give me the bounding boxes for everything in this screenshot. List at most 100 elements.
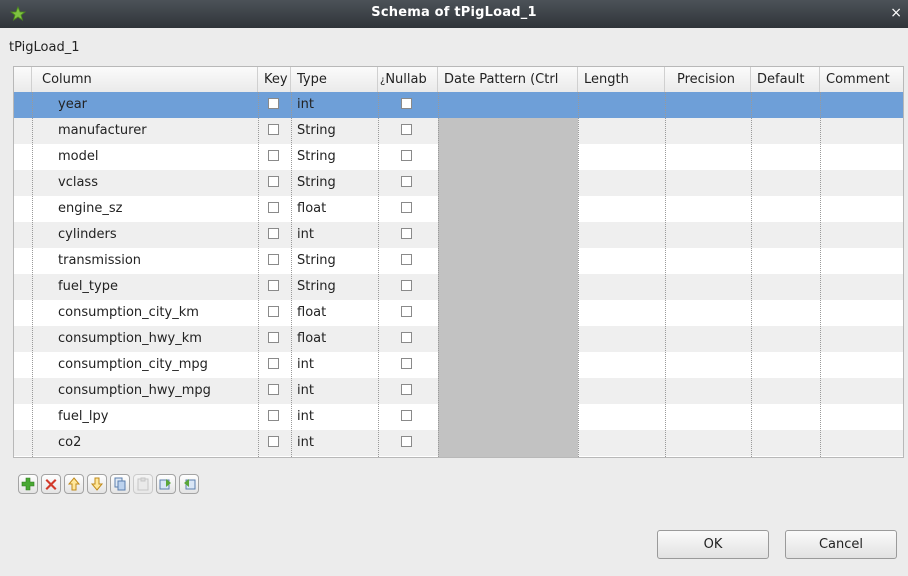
header-date-pattern[interactable]: Date Pattern (Ctrl [438,67,578,92]
key-cell [258,92,291,118]
move-up-button[interactable] [64,474,84,494]
key-checkbox[interactable] [268,280,279,291]
type-cell[interactable]: String [291,144,378,170]
header-key[interactable]: Key [258,67,291,92]
close-icon[interactable]: × [890,5,902,21]
header-nullable[interactable]: ¿Nullab [378,67,438,92]
key-checkbox[interactable] [268,228,279,239]
key-checkbox[interactable] [268,384,279,395]
paste-icon [137,477,149,491]
key-checkbox[interactable] [268,150,279,161]
table-row[interactable]: year int [14,92,903,118]
column-name-cell[interactable]: fuel_type [32,274,258,300]
nullable-checkbox[interactable] [401,98,412,109]
add-row-button[interactable] [18,474,38,494]
key-cell [258,300,291,326]
column-name-cell[interactable]: fuel_lpy [32,404,258,430]
column-name-cell[interactable]: consumption_city_mpg [32,352,258,378]
type-cell[interactable]: float [291,326,378,352]
move-down-button[interactable] [87,474,107,494]
import-schema-button[interactable] [156,474,176,494]
copy-icon [114,477,126,491]
type-cell[interactable]: int [291,92,378,118]
export-schema-button[interactable] [179,474,199,494]
key-cell [258,430,291,456]
column-name-cell[interactable]: engine_sz [32,196,258,222]
title-bar: Schema of tPigLoad_1 × [0,0,908,28]
column-name-cell[interactable]: model [32,144,258,170]
column-name-cell[interactable]: manufacturer [32,118,258,144]
key-checkbox[interactable] [268,254,279,265]
type-cell[interactable]: int [291,404,378,430]
nullable-cell [378,378,438,404]
key-cell [258,196,291,222]
header-default[interactable]: Default [751,67,820,92]
header-precision[interactable]: Precision [665,67,751,92]
paste-button[interactable] [133,474,153,494]
column-name-cell[interactable]: vclass [32,170,258,196]
nullable-checkbox[interactable] [401,384,412,395]
column-name-cell[interactable]: consumption_hwy_km [32,326,258,352]
key-cell [258,274,291,300]
column-name-cell[interactable]: co2 [32,430,258,456]
key-checkbox[interactable] [268,176,279,187]
nullable-checkbox[interactable] [401,228,412,239]
header-length[interactable]: Length [578,67,665,92]
type-cell[interactable]: int [291,378,378,404]
nullable-cell [378,404,438,430]
header-type[interactable]: Type [291,67,378,92]
key-checkbox[interactable] [268,332,279,343]
key-checkbox[interactable] [268,202,279,213]
ok-button[interactable]: OK [657,530,769,559]
nullable-checkbox[interactable] [401,124,412,135]
header-comment[interactable]: Comment [820,67,903,92]
type-cell[interactable]: String [291,118,378,144]
type-cell[interactable]: float [291,196,378,222]
nullable-checkbox[interactable] [401,436,412,447]
nullable-cell [378,196,438,222]
type-cell[interactable]: String [291,274,378,300]
type-cell[interactable]: String [291,248,378,274]
header-column[interactable]: Column [32,67,258,92]
nullable-checkbox[interactable] [401,306,412,317]
column-name-cell[interactable]: transmission [32,248,258,274]
type-cell[interactable]: int [291,430,378,456]
header-nullable-label: Nullab [385,72,427,87]
nullable-cell [378,222,438,248]
nullable-checkbox[interactable] [401,410,412,421]
key-cell [258,118,291,144]
type-cell[interactable]: int [291,352,378,378]
nullable-checkbox[interactable] [401,176,412,187]
type-cell[interactable]: float [291,300,378,326]
key-checkbox[interactable] [268,306,279,317]
type-cell[interactable]: String [291,170,378,196]
copy-button[interactable] [110,474,130,494]
nullable-checkbox[interactable] [401,254,412,265]
column-name-cell[interactable]: cylinders [32,222,258,248]
nullable-checkbox[interactable] [401,280,412,291]
nullable-checkbox[interactable] [401,358,412,369]
nullable-checkbox[interactable] [401,202,412,213]
nullable-cell [378,144,438,170]
column-divider [751,92,752,457]
column-name-cell[interactable]: year [32,92,258,118]
key-checkbox[interactable] [268,410,279,421]
key-checkbox[interactable] [268,436,279,447]
nullable-cell [378,274,438,300]
remove-row-button[interactable] [41,474,61,494]
add-icon [21,477,35,491]
nullable-cell [378,118,438,144]
key-checkbox[interactable] [268,98,279,109]
key-checkbox[interactable] [268,124,279,135]
key-cell [258,170,291,196]
type-cell[interactable]: int [291,222,378,248]
component-name-label: tPigLoad_1 [9,40,80,55]
nullable-checkbox[interactable] [401,150,412,161]
nullable-checkbox[interactable] [401,332,412,343]
column-name-cell[interactable]: consumption_city_km [32,300,258,326]
key-cell [258,352,291,378]
column-divider [665,92,666,457]
cancel-button[interactable]: Cancel [785,530,897,559]
key-checkbox[interactable] [268,358,279,369]
column-name-cell[interactable]: consumption_hwy_mpg [32,378,258,404]
